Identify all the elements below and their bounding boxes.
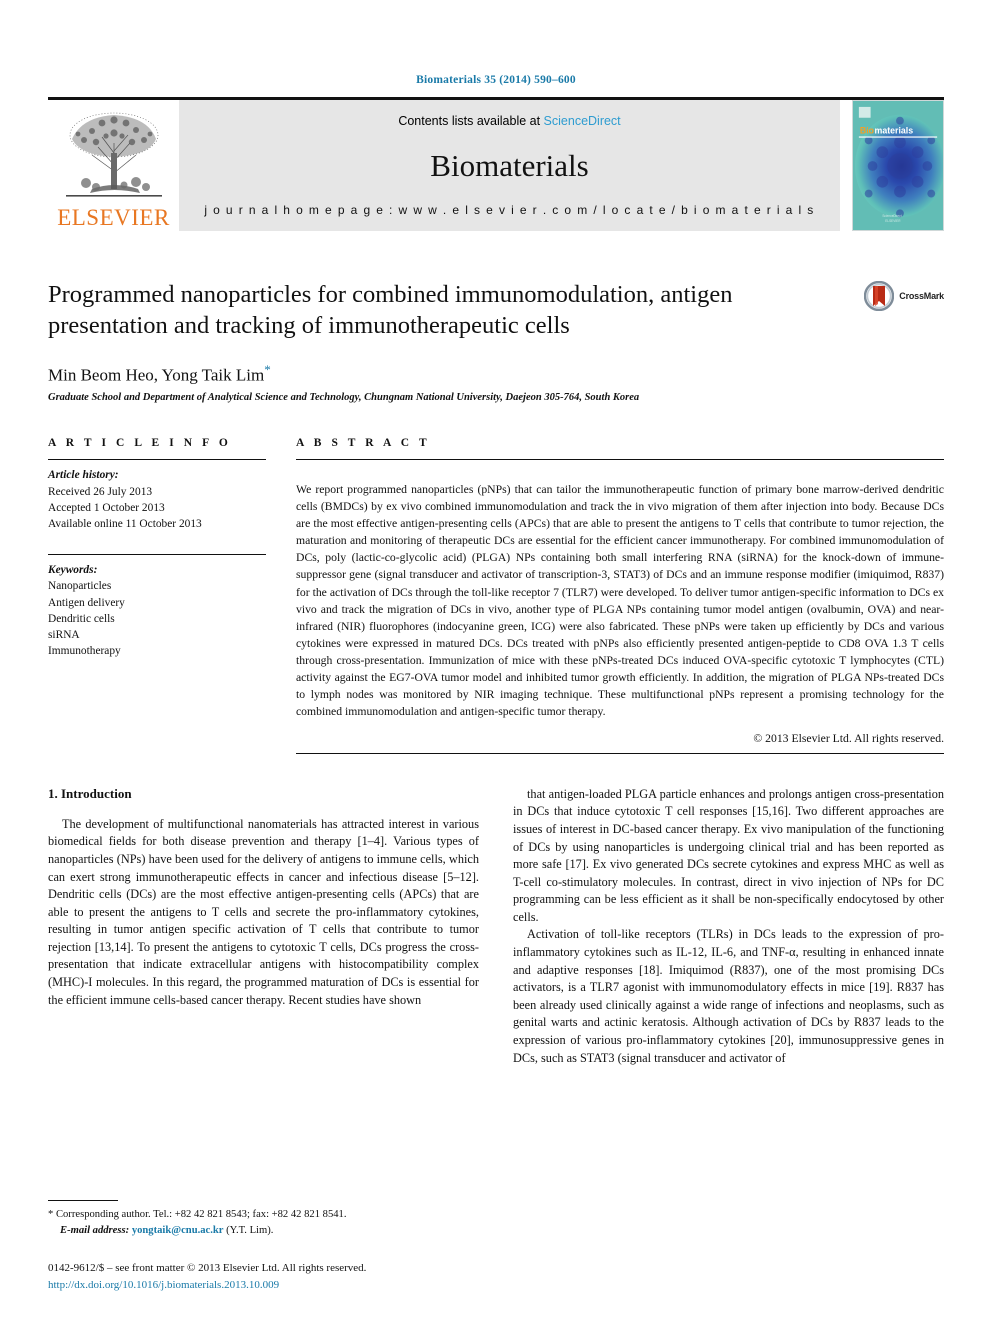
crossmark-badge[interactable]: CrossMark <box>864 281 944 311</box>
elsevier-logo: ELSEVIER <box>48 100 179 231</box>
abstract-text: We report programmed nanoparticles (pNPs… <box>296 483 944 719</box>
keyword-item: Immunotherapy <box>48 645 121 658</box>
affiliation: Graduate School and Department of Analyt… <box>48 392 640 404</box>
corresponding-author-marker: * <box>264 361 271 377</box>
corresponding-author-contact: * Corresponding author. Tel.: +82 42 821… <box>48 1209 347 1221</box>
keyword-item: Dendritic cells <box>48 612 115 625</box>
svg-text:materials: materials <box>875 125 914 135</box>
email-link[interactable]: yongtaik@cnu.ac.kr <box>132 1225 224 1236</box>
keyword-item: siRNA <box>48 628 80 641</box>
intro-paragraph-2: that antigen-loaded PLGA particle enhanc… <box>513 786 944 924</box>
masthead-center: Contents lists available at ScienceDirec… <box>179 100 840 231</box>
history-available-online: Available online 11 October 2013 <box>48 517 202 530</box>
corresponding-author-note: * Corresponding author. Tel.: +82 42 821… <box>48 1207 478 1238</box>
article-info-heading: A R T I C L E I N F O <box>48 437 232 450</box>
abstract-column: A B S T R A C T We report programmed nan… <box>296 437 944 754</box>
journal-cover-thumbnail: Bio materials ScienceDirect ELSEVIER <box>852 100 944 231</box>
cover-artwork: Bio materials ScienceDirect ELSEVIER <box>853 101 943 230</box>
journal-masthead: ELSEVIER Contents lists available at Sci… <box>48 97 944 231</box>
history-received: Received 26 July 2013 <box>48 485 153 498</box>
abstract-rule-bottom <box>296 752 944 754</box>
keyword-item: Nanoparticles <box>48 580 112 593</box>
section-title-introduction: 1. Introduction <box>48 785 132 801</box>
doi-link[interactable]: http://dx.doi.org/10.1016/j.biomaterials… <box>48 1277 478 1294</box>
footnote-divider <box>48 1200 118 1202</box>
article-history-label: Article history: <box>48 469 119 482</box>
title-block: Programmed nanoparticles for combined im… <box>48 279 944 403</box>
body-column-right: that antigen-loaded PLGA particle enhanc… <box>513 786 944 1067</box>
contents-prefix: Contents lists available at <box>398 114 544 128</box>
email-line: E-mail address: yongtaik@cnu.ac.kr (Y.T.… <box>48 1223 478 1238</box>
intro-paragraph-1: The development of multifunctional nanom… <box>48 816 479 1007</box>
journal-title: Biomaterials <box>430 148 589 183</box>
svg-text:ELSEVIER: ELSEVIER <box>885 219 901 223</box>
footer-metadata: 0142-9612/$ – see front matter © 2013 El… <box>48 1260 478 1293</box>
journal-homepage-link[interactable]: j o u r n a l h o m e p a g e : w w w . … <box>204 203 814 217</box>
author-list: Min Beom Heo, Yong Taik Lim* <box>48 362 944 386</box>
abstract-heading: A B S T R A C T <box>296 437 431 450</box>
author-names: Min Beom Heo, Yong Taik Lim <box>48 365 265 385</box>
article-info-column: A R T I C L E I N F O Article history: R… <box>48 437 266 753</box>
elsevier-tree-icon <box>65 112 162 197</box>
email-label: E-mail address: <box>60 1224 130 1236</box>
journal-citation: Biomaterials 35 (2014) 590–600 <box>416 74 576 86</box>
page-title: Programmed nanoparticles for combined im… <box>48 281 733 340</box>
footnote-region: * Corresponding author. Tel.: +82 42 821… <box>48 1200 478 1293</box>
body-columns: 1. Introduction The development of multi… <box>48 786 944 1067</box>
keywords-label: Keywords: <box>48 564 98 577</box>
abstract-copyright: © 2013 Elsevier Ltd. All rights reserved… <box>753 731 944 745</box>
history-accepted: Accepted 1 October 2013 <box>48 501 165 514</box>
svg-text:Bio: Bio <box>860 125 875 135</box>
email-owner: (Y.T. Lim). <box>226 1224 274 1236</box>
info-abstract-region: A R T I C L E I N F O Article history: R… <box>48 437 944 754</box>
contents-available-line: Contents lists available at ScienceDirec… <box>398 114 620 128</box>
paper-page: Biomaterials 35 (2014) 590–600 ELSEVIER … <box>0 0 992 1323</box>
crossmark-label: CrossMark <box>899 291 944 301</box>
sciencedirect-link[interactable]: ScienceDirect <box>544 114 621 128</box>
keyword-item: Antigen delivery <box>48 596 125 609</box>
abstract-rule-top: We report programmed nanoparticles (pNPs… <box>296 459 944 745</box>
svg-text:ScienceDirect: ScienceDirect <box>882 214 901 218</box>
article-history-group: Article history: Received 26 July 2013 A… <box>48 459 266 556</box>
intro-paragraph-3: Activation of toll-like receptors (TLRs)… <box>513 927 944 1065</box>
crossmark-icon <box>864 281 895 311</box>
keywords-group: Keywords: Nanoparticles Antigen delivery… <box>48 555 266 659</box>
elsevier-wordmark: ELSEVIER <box>57 205 170 230</box>
body-column-left: 1. Introduction The development of multi… <box>48 786 479 1067</box>
issn-copyright-line: 0142-9612/$ – see front matter © 2013 El… <box>48 1262 367 1274</box>
